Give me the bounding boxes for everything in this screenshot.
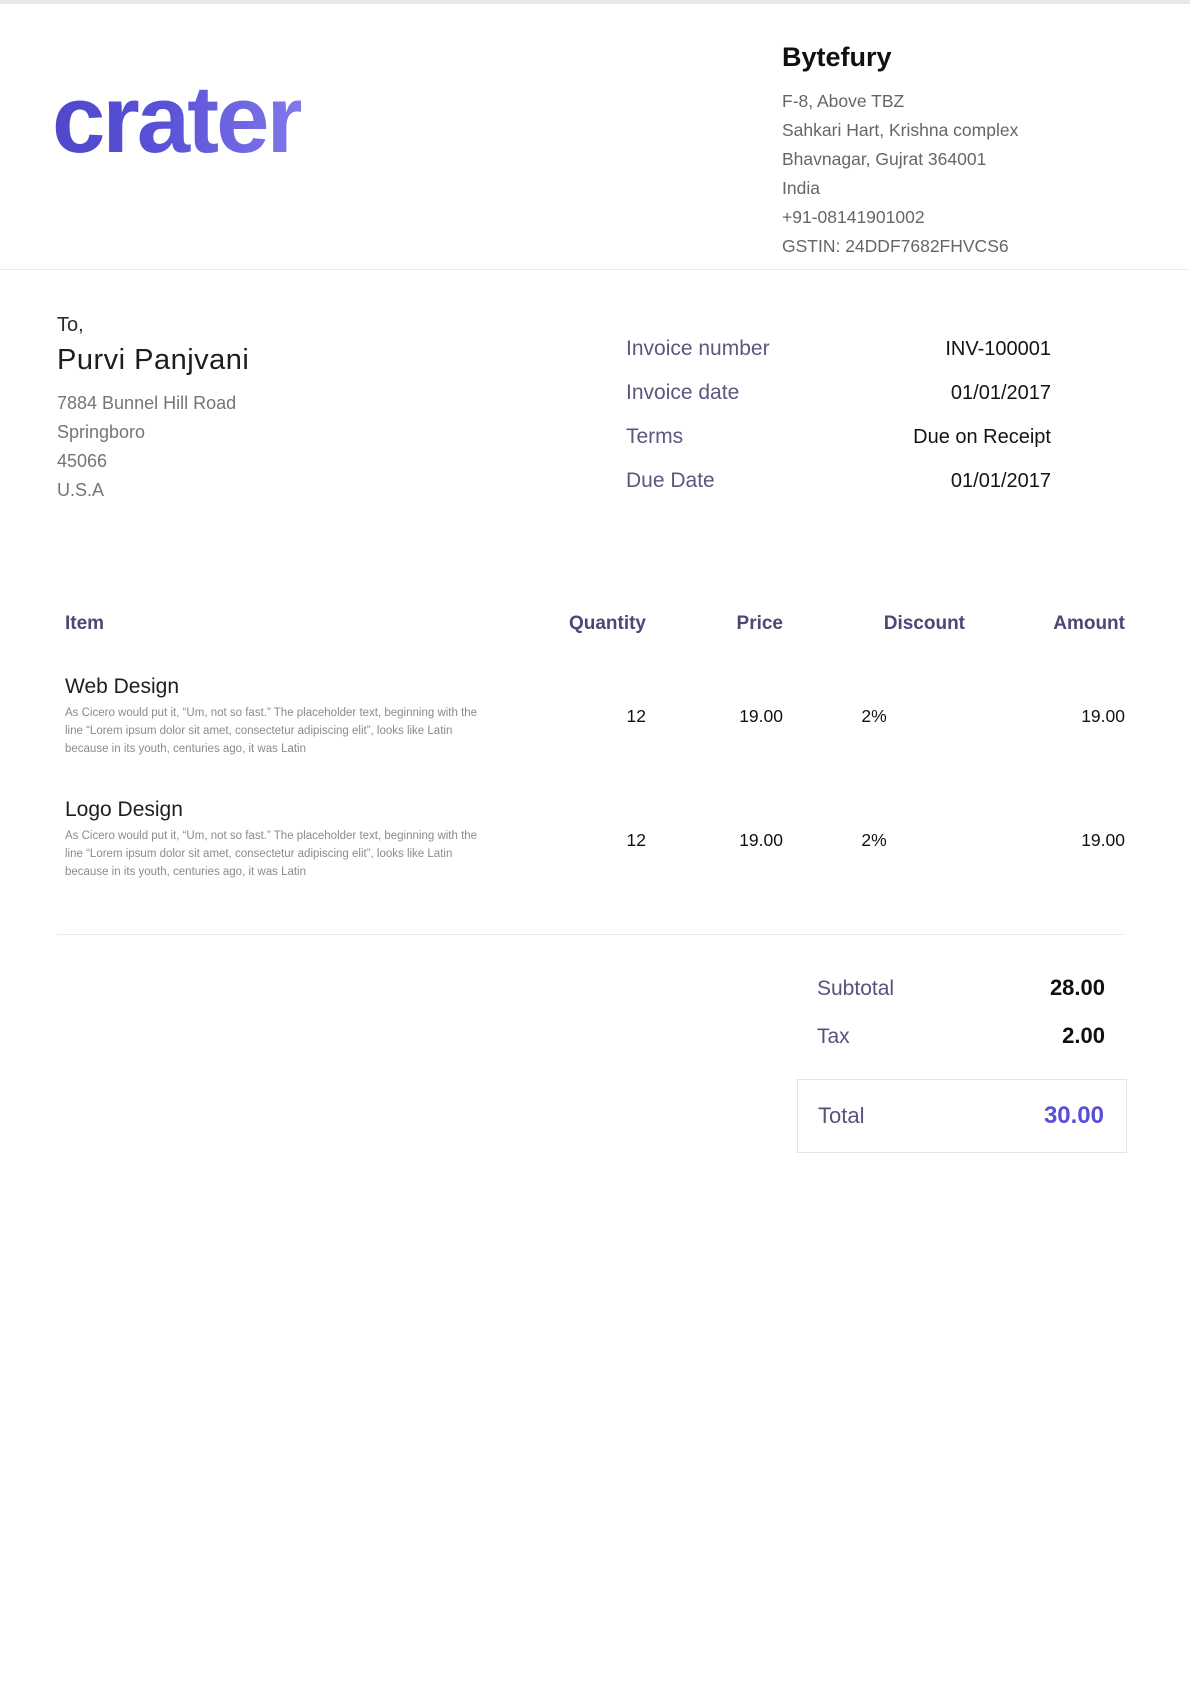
table-row: Web Design As Cicero would put it, “Um, …	[65, 675, 1125, 758]
customer-address-line: Springboro	[57, 418, 249, 447]
company-address-line: India	[782, 174, 1060, 203]
company-address-line: Sahkari Hart, Krishna complex	[782, 116, 1060, 145]
item-price: 19.00	[646, 830, 783, 851]
item-cell: Logo Design As Cicero would put it, “Um,…	[65, 798, 518, 881]
company-address-line: Bhavnagar, Gujrat 364001	[782, 145, 1060, 174]
company-name: Bytefury	[782, 42, 1060, 73]
due-date-value: 01/01/2017	[951, 470, 1051, 493]
subtotal-label: Subtotal	[817, 977, 894, 1001]
item-description: As Cicero would put it, “Um, not so fast…	[65, 705, 483, 758]
item-quantity: 12	[518, 706, 646, 727]
items-table: Item Quantity Price Discount Amount Web …	[0, 613, 1190, 882]
item-name: Web Design	[65, 675, 483, 699]
item-cell: Web Design As Cicero would put it, “Um, …	[65, 675, 518, 758]
customer-name: Purvi Panjvani	[57, 344, 249, 377]
due-date-row: Due Date 01/01/2017	[626, 469, 1051, 493]
invoice-number-label: Invoice number	[626, 337, 770, 361]
table-row: Logo Design As Cicero would put it, “Um,…	[65, 798, 1125, 881]
item-amount: 19.00	[965, 706, 1125, 727]
items-table-header: Item Quantity Price Discount Amount	[65, 613, 1125, 635]
item-name: Logo Design	[65, 798, 483, 822]
terms-value: Due on Receipt	[913, 426, 1051, 449]
invoice-meta-block: Invoice number INV-100001 Invoice date 0…	[626, 314, 1051, 513]
company-gstin: GSTIN: 24DDF7682FHVCS6	[782, 232, 1060, 261]
total-value: 30.00	[1044, 1102, 1104, 1130]
totals-block: Subtotal 28.00 Tax 2.00 Total 30.00	[797, 975, 1127, 1153]
invoice-page: crater Bytefury F-8, Above TBZ Sahkari H…	[0, 0, 1190, 1684]
tax-label: Tax	[817, 1025, 850, 1049]
item-quantity: 12	[518, 830, 646, 851]
item-discount: 2%	[783, 830, 965, 851]
price-column-header: Price	[646, 613, 783, 635]
item-amount: 19.00	[965, 830, 1125, 851]
company-phone: +91-08141901002	[782, 203, 1060, 232]
subtotal-value: 28.00	[1050, 975, 1105, 1001]
item-price: 19.00	[646, 706, 783, 727]
quantity-column-header: Quantity	[518, 613, 646, 635]
amount-column-header: Amount	[965, 613, 1125, 635]
invoice-header: crater Bytefury F-8, Above TBZ Sahkari H…	[0, 4, 1190, 270]
bill-to-label: To,	[57, 314, 249, 337]
terms-row: Terms Due on Receipt	[626, 425, 1051, 449]
item-discount: 2%	[783, 706, 965, 727]
invoice-number-row: Invoice number INV-100001	[626, 337, 1051, 361]
item-column-header: Item	[65, 613, 518, 635]
company-block: Bytefury F-8, Above TBZ Sahkari Hart, Kr…	[782, 30, 1060, 261]
tax-value: 2.00	[1062, 1023, 1105, 1049]
customer-address-line: 7884 Bunnel Hill Road	[57, 389, 249, 418]
bill-to-block: To, Purvi Panjvani 7884 Bunnel Hill Road…	[57, 314, 249, 513]
total-row: Total 30.00	[797, 1079, 1127, 1153]
customer-address-line: U.S.A	[57, 476, 249, 505]
invoice-number-value: INV-100001	[945, 338, 1051, 361]
subtotal-row: Subtotal 28.00	[797, 975, 1127, 1001]
customer-address-line: 45066	[57, 447, 249, 476]
invoice-date-row: Invoice date 01/01/2017	[626, 381, 1051, 405]
terms-label: Terms	[626, 425, 683, 449]
tax-row: Tax 2.00	[797, 1023, 1127, 1049]
parties-section: To, Purvi Panjvani 7884 Bunnel Hill Road…	[0, 270, 1190, 513]
due-date-label: Due Date	[626, 469, 715, 493]
invoice-date-value: 01/01/2017	[951, 382, 1051, 405]
discount-column-header: Discount	[783, 613, 965, 635]
crater-logo: crater	[52, 72, 301, 168]
invoice-date-label: Invoice date	[626, 381, 739, 405]
total-label: Total	[818, 1103, 864, 1129]
company-address-line: F-8, Above TBZ	[782, 87, 1060, 116]
item-description: As Cicero would put it, “Um, not so fast…	[65, 828, 483, 881]
totals-divider	[57, 934, 1125, 935]
